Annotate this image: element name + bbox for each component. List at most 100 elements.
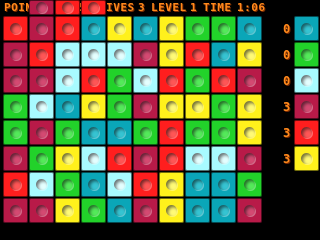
falling-tile — [29, 0, 54, 15]
board-tile[interactable] — [159, 198, 184, 223]
color-swatch — [294, 94, 319, 119]
board-tile[interactable] — [81, 16, 106, 41]
board-tile[interactable] — [29, 68, 54, 93]
board-tile[interactable] — [133, 42, 158, 67]
board-tile[interactable] — [211, 172, 236, 197]
board-tile[interactable] — [185, 146, 210, 171]
board-tile[interactable] — [107, 94, 132, 119]
board-tile[interactable] — [3, 42, 28, 67]
board-tile[interactable] — [237, 198, 262, 223]
board-tile[interactable] — [107, 42, 132, 67]
color-count: 3 — [283, 152, 291, 166]
board-tile[interactable] — [211, 94, 236, 119]
board-tile[interactable] — [55, 172, 80, 197]
board-tile[interactable] — [133, 120, 158, 145]
board-tile[interactable] — [237, 172, 262, 197]
board-tile[interactable] — [133, 94, 158, 119]
board-tile[interactable] — [3, 120, 28, 145]
board-tile[interactable] — [159, 16, 184, 41]
board-tile[interactable] — [81, 146, 106, 171]
board-tile[interactable] — [81, 172, 106, 197]
game-board[interactable] — [3, 0, 263, 224]
board-tile[interactable] — [29, 120, 54, 145]
board-tile[interactable] — [211, 16, 236, 41]
board-tile[interactable] — [185, 68, 210, 93]
board-tile[interactable] — [55, 42, 80, 67]
board-tile[interactable] — [237, 16, 262, 41]
board-tile[interactable] — [211, 198, 236, 223]
board-tile[interactable] — [133, 146, 158, 171]
color-count: 0 — [283, 22, 291, 36]
board-tile[interactable] — [29, 172, 54, 197]
board-tile[interactable] — [185, 198, 210, 223]
color-count: 3 — [283, 100, 291, 114]
board-tile[interactable] — [81, 42, 106, 67]
board-tile[interactable] — [237, 42, 262, 67]
board-tile[interactable] — [55, 146, 80, 171]
board-tile[interactable] — [29, 16, 54, 41]
board-tile[interactable] — [55, 198, 80, 223]
board-tile[interactable] — [211, 120, 236, 145]
board-tile[interactable] — [3, 16, 28, 41]
board-tile[interactable] — [159, 68, 184, 93]
board-tile[interactable] — [211, 68, 236, 93]
board-tile[interactable] — [3, 198, 28, 223]
board-tile[interactable] — [3, 94, 28, 119]
board-tile[interactable] — [107, 16, 132, 41]
board-tile[interactable] — [29, 146, 54, 171]
level-label: LEVEL — [151, 1, 187, 14]
board-tile[interactable] — [107, 198, 132, 223]
board-tile[interactable] — [81, 198, 106, 223]
board-tile[interactable] — [107, 172, 132, 197]
board-tile[interactable] — [133, 68, 158, 93]
board-tile[interactable] — [185, 42, 210, 67]
board-tile[interactable] — [29, 94, 54, 119]
board-tile[interactable] — [29, 198, 54, 223]
board-tile[interactable] — [133, 172, 158, 197]
color-swatch — [294, 16, 319, 41]
board-tile[interactable] — [159, 94, 184, 119]
color-swatch — [294, 42, 319, 67]
board-tile[interactable] — [211, 146, 236, 171]
board-tile[interactable] — [3, 68, 28, 93]
board-tile[interactable] — [133, 16, 158, 41]
board-tile[interactable] — [159, 42, 184, 67]
board-tile[interactable] — [81, 120, 106, 145]
board-tile[interactable] — [55, 120, 80, 145]
board-tile[interactable] — [185, 16, 210, 41]
board-tile[interactable] — [185, 120, 210, 145]
lives-value: 3 — [138, 1, 146, 14]
board-tile[interactable] — [185, 94, 210, 119]
board-tile[interactable] — [29, 42, 54, 67]
panel-row: 0 — [278, 68, 320, 93]
board-tile[interactable] — [81, 68, 106, 93]
color-count-panel: 0 0 0 3 3 3 — [278, 16, 320, 176]
falling-tile — [81, 0, 106, 15]
board-tile[interactable] — [3, 172, 28, 197]
time-value: 1:06 — [237, 1, 266, 14]
board-tile[interactable] — [237, 120, 262, 145]
board-tile[interactable] — [107, 68, 132, 93]
panel-row: 3 — [278, 94, 320, 119]
board-tile[interactable] — [133, 198, 158, 223]
board-tile[interactable] — [55, 16, 80, 41]
board-tile[interactable] — [159, 146, 184, 171]
board-tile[interactable] — [55, 94, 80, 119]
board-tile[interactable] — [159, 172, 184, 197]
panel-row: 3 — [278, 146, 320, 171]
board-tile[interactable] — [3, 146, 28, 171]
board-tile[interactable] — [237, 146, 262, 171]
panel-row: 0 — [278, 16, 320, 41]
board-tile[interactable] — [107, 120, 132, 145]
board-tile[interactable] — [81, 94, 106, 119]
falling-tile — [55, 0, 80, 15]
board-tile[interactable] — [237, 94, 262, 119]
board-tile[interactable] — [185, 172, 210, 197]
board-tile[interactable] — [55, 68, 80, 93]
color-count: 0 — [283, 74, 291, 88]
panel-row: 3 — [278, 120, 320, 145]
board-tile[interactable] — [107, 146, 132, 171]
board-tile[interactable] — [211, 42, 236, 67]
board-tile[interactable] — [237, 68, 262, 93]
board-tile[interactable] — [159, 120, 184, 145]
